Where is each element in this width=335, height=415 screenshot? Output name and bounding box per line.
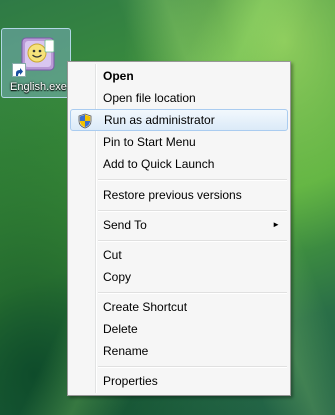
menu-item-label: Add to Quick Launch <box>103 157 215 171</box>
uac-shield-icon <box>78 113 92 129</box>
menu-item-label: Cut <box>103 248 122 262</box>
menu-item-create-shortcut[interactable]: Create Shortcut <box>70 296 288 318</box>
menu-item-properties[interactable]: Properties <box>70 370 288 392</box>
submenu-arrow-icon: ► <box>272 220 280 229</box>
desktop-shortcut-english-exe[interactable]: English.exe <box>1 28 71 98</box>
menu-item-send-to[interactable]: Send To ► <box>70 214 288 236</box>
menu-separator <box>98 366 287 368</box>
menu-separator <box>98 240 287 242</box>
shortcut-label: English.exe <box>10 81 67 93</box>
menu-item-label: Run as administrator <box>104 113 215 127</box>
menu-item-label: Rename <box>103 344 149 358</box>
menu-item-label: Copy <box>103 270 132 284</box>
menu-item-label: Properties <box>103 374 158 388</box>
menu-item-label: Pin to Start Menu <box>103 135 196 149</box>
context-menu: Open Open file location Run as administr… <box>67 61 291 396</box>
menu-item-restore-previous-versions[interactable]: Restore previous versions <box>70 184 288 206</box>
menu-item-copy[interactable]: Copy <box>70 266 288 288</box>
menu-item-delete[interactable]: Delete <box>70 318 288 340</box>
menu-item-label: Open <box>103 69 134 83</box>
menu-item-add-to-quick-launch[interactable]: Add to Quick Launch <box>70 153 288 175</box>
menu-item-label: Create Shortcut <box>103 300 188 314</box>
menu-item-open-file-location[interactable]: Open file location <box>70 87 288 109</box>
menu-item-label: Restore previous versions <box>103 188 242 202</box>
menu-item-pin-to-start-menu[interactable]: Pin to Start Menu <box>70 131 288 153</box>
menu-separator <box>98 210 287 212</box>
menu-separator <box>98 179 287 181</box>
menu-item-run-as-administrator[interactable]: Run as administrator <box>70 109 288 131</box>
menu-item-label: Open file location <box>103 91 196 105</box>
menu-item-cut[interactable]: Cut <box>70 244 288 266</box>
menu-item-rename[interactable]: Rename <box>70 340 288 362</box>
menu-item-label: Send To <box>103 218 147 232</box>
shortcut-arrow-icon <box>12 63 26 77</box>
menu-item-open[interactable]: Open <box>70 65 288 87</box>
menu-separator <box>98 292 287 294</box>
menu-item-label: Delete <box>103 322 138 336</box>
